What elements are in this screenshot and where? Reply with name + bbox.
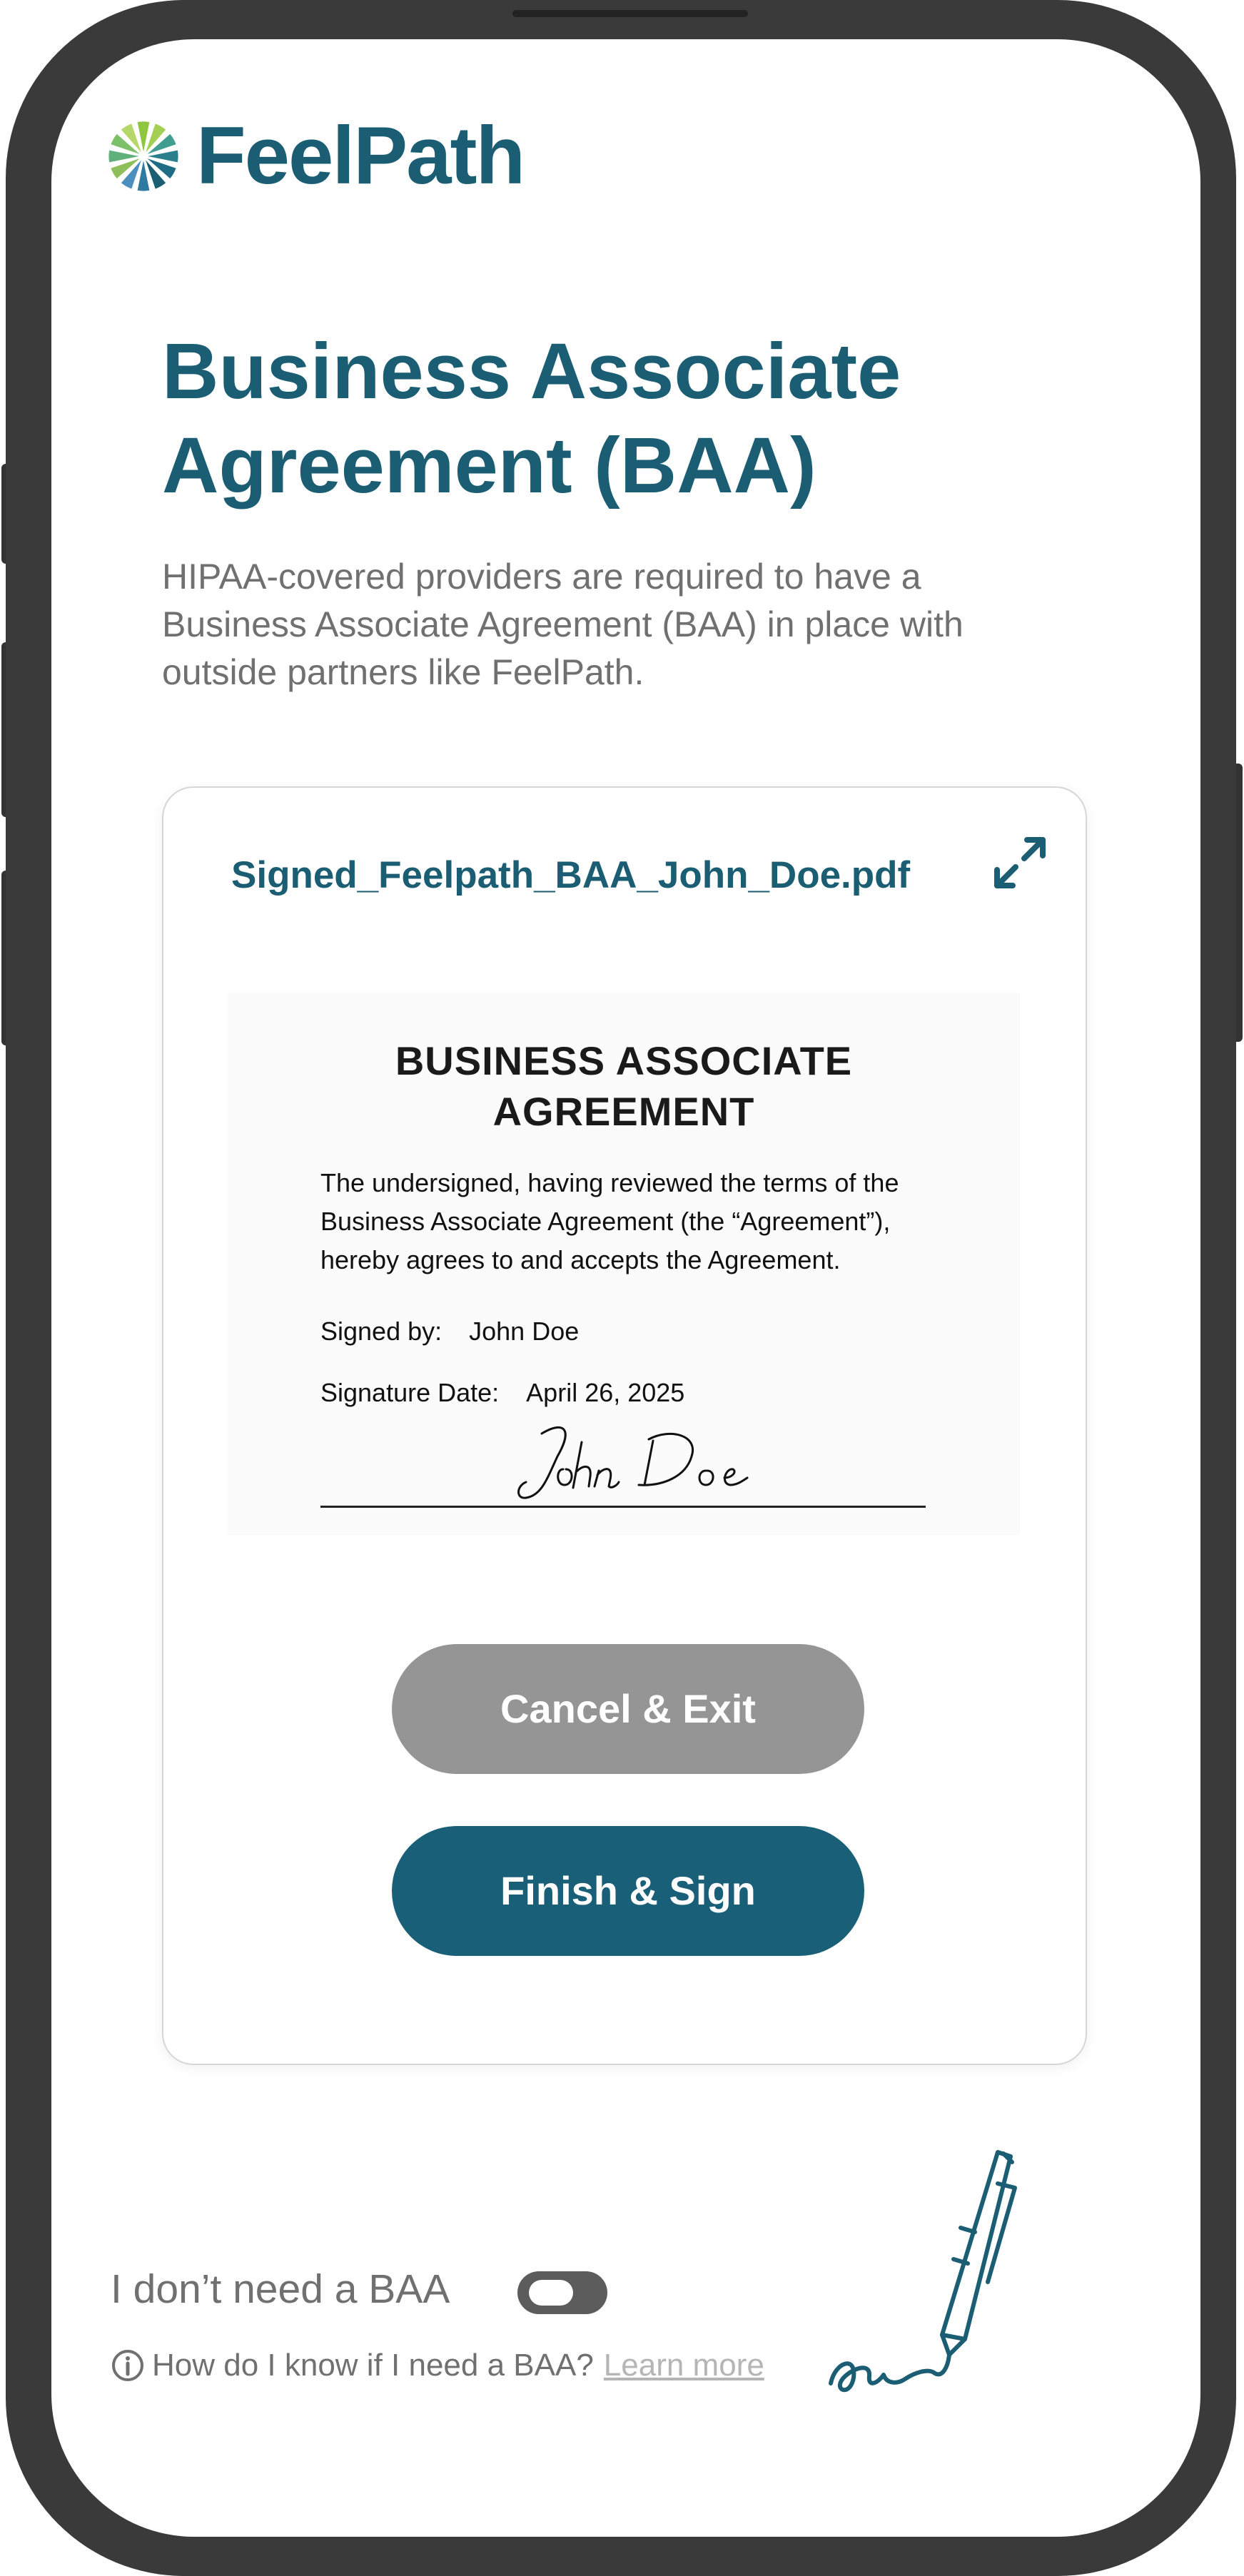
brand-name: FeelPath — [196, 111, 525, 201]
learn-more-link[interactable]: Learn more — [604, 2348, 764, 2383]
info-icon — [112, 2350, 143, 2381]
document-title-line2: AGREEMENT — [492, 1089, 755, 1134]
signed-by-label: Signed by: — [320, 1317, 443, 1346]
document-card: Signed_Feelpath_BAA_John_Doe.pdf BUSINES… — [162, 786, 1087, 2065]
signature-date-label: Signature Date: — [320, 1378, 500, 1407]
signed-by-row: Signed by: John Doe — [320, 1317, 579, 1347]
document-body: The undersigned, having reviewed the ter… — [320, 1168, 899, 1274]
expand-arrows-icon[interactable] — [991, 834, 1048, 891]
finish-sign-button[interactable]: Finish & Sign — [392, 1826, 864, 1956]
phone-frame: FeelPath Business Associate Agreement (B… — [6, 0, 1236, 2576]
file-name: Signed_Feelpath_BAA_John_Doe.pdf — [231, 854, 911, 896]
document-title: BUSINESS ASSOCIATE AGREEMENT — [228, 1035, 1020, 1137]
phone-mockup: FeelPath Business Associate Agreement (B… — [0, 0, 1244, 2576]
no-baa-toggle[interactable] — [517, 2271, 607, 2314]
feelpath-logo-icon — [108, 121, 178, 191]
page-description: HIPAA-covered providers are required to … — [162, 557, 964, 692]
signature-line — [320, 1506, 926, 1508]
signed-by-value: John Doe — [469, 1317, 580, 1346]
signature-date-value: April 26, 2025 — [526, 1378, 685, 1407]
no-baa-label: I don’t need a BAA — [111, 2266, 450, 2312]
toggle-knob — [529, 2280, 573, 2306]
help-text: How do I know if I need a BAA? — [152, 2348, 594, 2383]
page-title-line1: Business Associate — [162, 328, 901, 415]
document-preview: BUSINESS ASSOCIATE AGREEMENT The undersi… — [228, 993, 1020, 1535]
document-title-line1: BUSINESS ASSOCIATE — [395, 1038, 853, 1083]
cancel-exit-button[interactable]: Cancel & Exit — [392, 1644, 864, 1774]
pen-signing-icon — [829, 2150, 1017, 2393]
baa-help: How do I know if I need a BAA? Learn mor… — [111, 2348, 764, 2383]
feelpath-logo: FeelPath — [106, 109, 525, 203]
page-title: Business Associate Agreement (BAA) — [162, 325, 1090, 513]
handwritten-signature — [517, 1426, 749, 1499]
speaker-grille — [512, 10, 748, 17]
signature-date-row: Signature Date: April 26, 2025 — [320, 1378, 684, 1408]
page-title-line2: Agreement (BAA) — [162, 422, 816, 509]
